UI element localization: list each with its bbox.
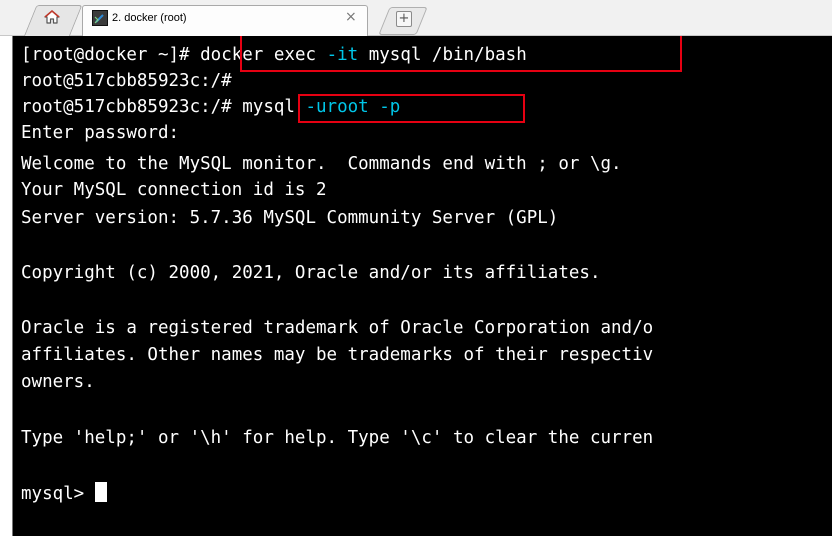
terminal-output[interactable]: [root@docker ~]# docker exec -it mysql /…	[13, 36, 832, 536]
tab-title: 2. docker (root)	[112, 12, 187, 24]
terminal-line-7: Server version: 5.7.36 MySQL Community S…	[21, 208, 559, 228]
terminal-line-13: owners.	[21, 372, 95, 392]
terminal-line-5: Welcome to the MySQL monitor. Commands e…	[21, 154, 622, 174]
home-icon[interactable]	[44, 9, 60, 25]
highlight-box-mysql-login	[298, 94, 525, 123]
terminal-line-15: Type 'help;' or '\h' for help. Type '\c'…	[21, 428, 654, 448]
terminal-icon	[92, 10, 108, 26]
highlight-box-docker-exec	[240, 36, 682, 72]
terminal-line-prompt[interactable]: mysql>	[21, 481, 107, 507]
left-edge-panel	[0, 36, 13, 536]
terminal-line-9: Copyright (c) 2000, 2021, Oracle and/or …	[21, 263, 601, 283]
text-cursor	[94, 482, 107, 502]
terminal-line-2: root@517cbb85923c:/#	[21, 71, 232, 91]
close-tab-icon[interactable]: ×	[345, 10, 357, 24]
terminal-line-12: affiliates. Other names may be trademark…	[21, 345, 654, 365]
plus-icon[interactable]: +	[396, 11, 412, 27]
terminal-line-4: Enter password:	[21, 123, 180, 143]
terminal-line-11: Oracle is a registered trademark of Orac…	[21, 318, 654, 338]
mysql-prompt: mysql>	[21, 484, 95, 504]
tab-bar: 2. docker (root) × +	[0, 0, 832, 37]
terminal-line-6: Your MySQL connection id is 2	[21, 180, 327, 200]
